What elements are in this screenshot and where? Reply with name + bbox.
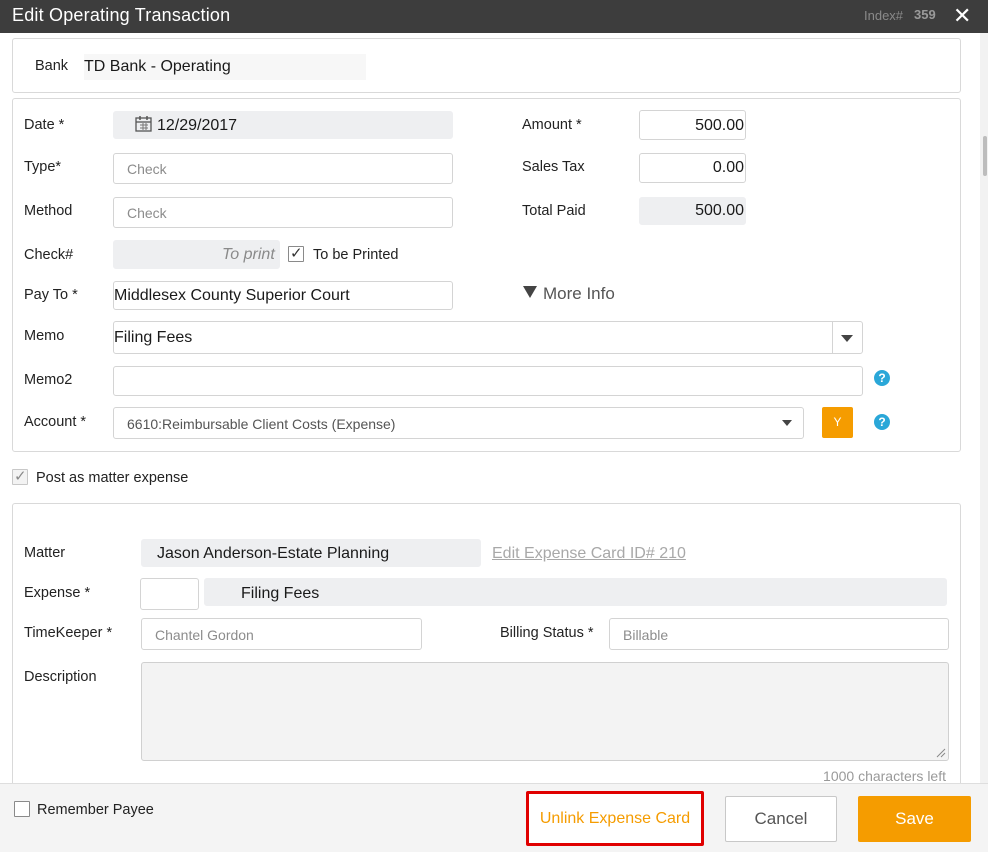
amount-value: 500.00 (695, 117, 744, 134)
caret-down-icon (841, 335, 853, 342)
account-y-button[interactable]: Y (822, 407, 853, 438)
billing-status-placeholder: Billable (623, 627, 669, 643)
memo2-label: Memo2 (24, 372, 73, 388)
edit-expense-card-link[interactable]: Edit Expense Card ID# 210 (492, 545, 686, 563)
description-textarea[interactable] (141, 662, 949, 761)
transaction-panel (12, 98, 961, 452)
to-be-printed-label: To be Printed (313, 247, 399, 263)
payto-value: Middlesex County Superior Court (114, 287, 350, 304)
cancel-button[interactable]: Cancel (725, 796, 837, 842)
method-label: Method (24, 203, 73, 219)
more-info-toggle[interactable]: More Info (522, 284, 627, 304)
timekeeper-placeholder: Chantel Gordon (155, 627, 254, 643)
matter-value: Jason Anderson-Estate Planning (157, 545, 390, 562)
billing-status-label: Billing Status * (500, 625, 594, 641)
payto-label: Pay To * (24, 287, 78, 303)
type-label: Type* (24, 159, 62, 175)
totalpaid-label: Total Paid (522, 203, 586, 219)
type-placeholder: Check (127, 161, 167, 177)
resize-handle-icon[interactable] (936, 748, 946, 758)
memo2-field[interactable] (113, 366, 863, 396)
expense-label: Expense * (24, 585, 91, 601)
check-number-placeholder: To print (222, 246, 275, 263)
to-be-printed-checkbox[interactable] (288, 244, 304, 262)
description-label: Description (24, 669, 97, 685)
more-info-label: More Info (543, 284, 615, 303)
post-matter-expense-label: Post as matter expense (36, 470, 189, 486)
date-value: 12/29/2017 (157, 117, 238, 134)
characters-left-counter: 1000 characters left (823, 768, 946, 784)
totalpaid-value: 500.00 (695, 202, 744, 219)
amount-label: Amount * (522, 117, 582, 133)
memo-value: Filing Fees (114, 329, 193, 346)
expense-name-value: Filing Fees (241, 585, 320, 602)
date-label: Date * (24, 117, 65, 133)
bank-label: Bank (35, 58, 69, 74)
triangle-down-icon (523, 286, 537, 298)
account-value: 6610:Reimbursable Client Costs (Expense) (127, 416, 396, 432)
remember-payee-label: Remember Payee (37, 802, 154, 818)
matter-label: Matter (24, 545, 66, 561)
memo-dropdown-button[interactable] (833, 322, 862, 353)
timekeeper-label: TimeKeeper * (24, 625, 113, 641)
account-caret-down-icon[interactable] (782, 420, 792, 426)
calendar-icon[interactable] (135, 115, 152, 132)
bank-value: TD Bank - Operating (84, 58, 231, 75)
expense-code-field[interactable] (140, 578, 199, 610)
account-help-icon[interactable]: ? (874, 414, 890, 430)
save-button[interactable]: Save (858, 796, 971, 842)
method-placeholder: Check (127, 205, 167, 221)
index-label: Index# (864, 8, 904, 23)
window-title: Edit Operating Transaction (12, 5, 231, 25)
scrollbar-thumb[interactable] (983, 136, 987, 176)
close-icon[interactable]: ✕ (953, 5, 973, 27)
index-value: 359 (914, 7, 936, 22)
unlink-expense-card-button[interactable]: Unlink Expense Card (526, 791, 704, 846)
memo-field[interactable] (113, 321, 863, 354)
salestax-label: Sales Tax (522, 159, 585, 175)
remember-payee-checkbox[interactable] (14, 801, 30, 817)
salestax-value: 0.00 (712, 159, 744, 176)
check-number-label: Check# (24, 247, 74, 263)
memo-label: Memo (24, 328, 65, 344)
account-label: Account * (24, 414, 87, 430)
memo2-help-icon[interactable]: ? (874, 370, 890, 386)
post-matter-expense-checkbox[interactable] (12, 467, 28, 485)
